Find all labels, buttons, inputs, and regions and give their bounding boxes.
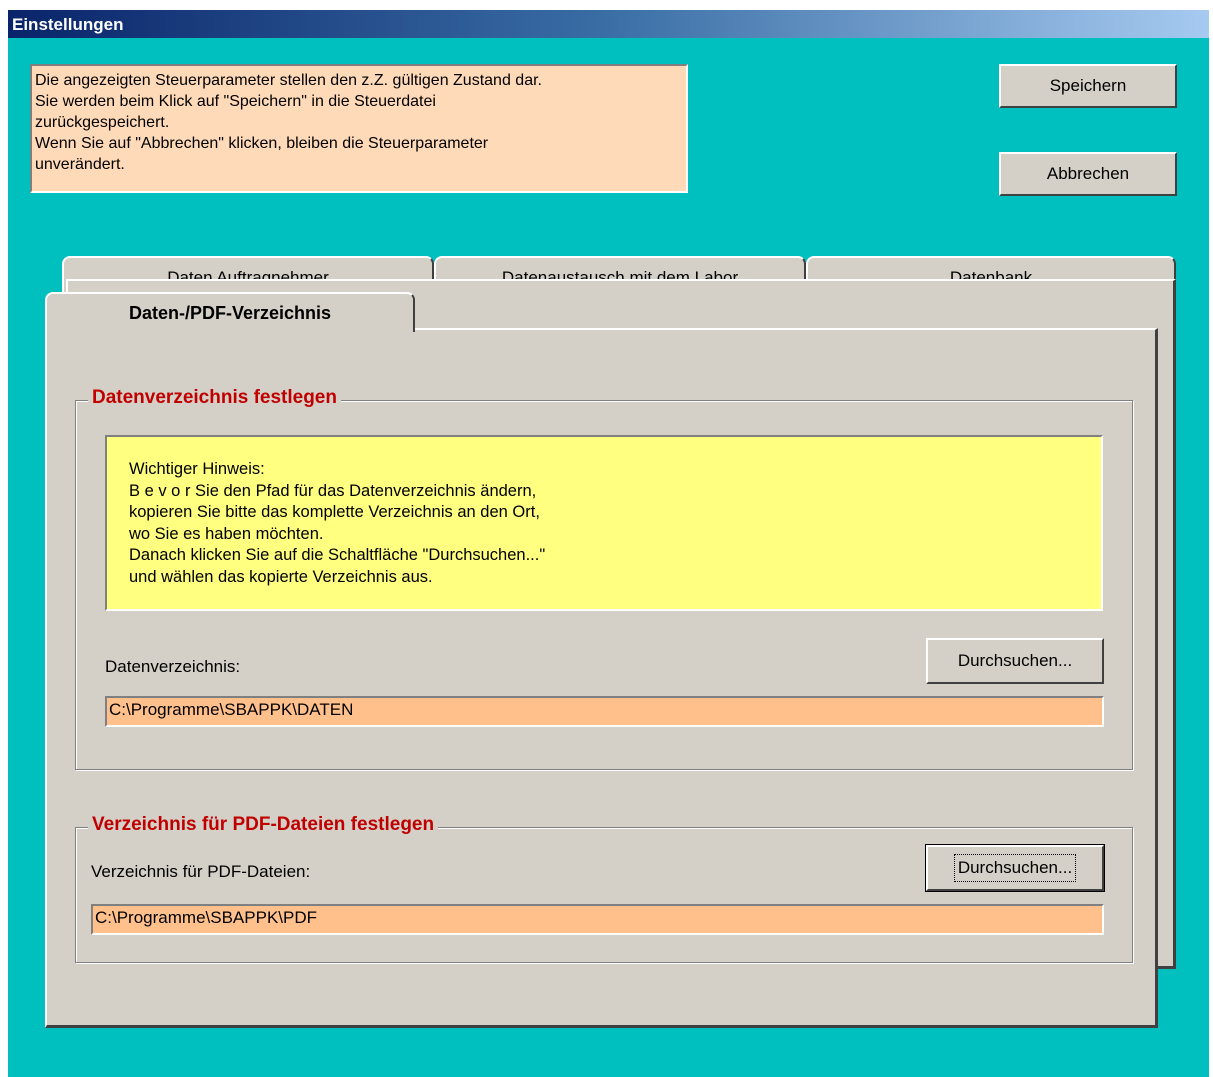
tab-daten-pdf-verzeichnis[interactable]: Daten-/PDF-Verzeichnis (45, 292, 415, 332)
browse-button-label: Durchsuchen... (953, 854, 1077, 882)
save-button-label: Speichern (1049, 76, 1127, 95)
cancel-button[interactable]: Abbrechen (999, 152, 1177, 196)
title-bar: Einstellungen (8, 10, 1209, 38)
info-message: Die angezeigten Steuerparameter stellen … (30, 64, 688, 193)
pdf-directory-group: Verzeichnis für PDF-Dateien festlegen Ve… (75, 814, 1133, 963)
data-directory-path[interactable]: C:\Programme\SBAPPK\DATEN (105, 696, 1104, 727)
window-title: Einstellungen (12, 15, 124, 34)
pdf-directory-label: Verzeichnis für PDF-Dateien: (91, 862, 311, 881)
browse-pdf-directory-button[interactable]: Durchsuchen... (925, 844, 1105, 892)
settings-window: Einstellungen Die angezeigten Steuerpara… (8, 10, 1209, 1077)
data-directory-group: Datenverzeichnis festlegen Wichtiger Hin… (75, 387, 1133, 770)
pdf-directory-legend: Verzeichnis für PDF-Dateien festlegen (88, 814, 439, 836)
tab-label: Daten-/PDF-Verzeichnis (128, 302, 332, 323)
tab-panel: Datenverzeichnis festlegen Wichtiger Hin… (45, 328, 1158, 1028)
important-hint: Wichtiger Hinweis: B e v o r Sie den Pfa… (105, 435, 1103, 611)
browse-data-directory-button[interactable]: Durchsuchen... (926, 638, 1104, 684)
pdf-directory-path[interactable]: C:\Programme\SBAPPK\PDF (91, 904, 1104, 935)
browse-button-label: Durchsuchen... (957, 651, 1073, 670)
cancel-button-label: Abbrechen (1046, 164, 1130, 183)
data-directory-legend: Datenverzeichnis festlegen (88, 387, 341, 409)
save-button[interactable]: Speichern (999, 64, 1177, 108)
data-directory-label: Datenverzeichnis: (105, 657, 241, 676)
